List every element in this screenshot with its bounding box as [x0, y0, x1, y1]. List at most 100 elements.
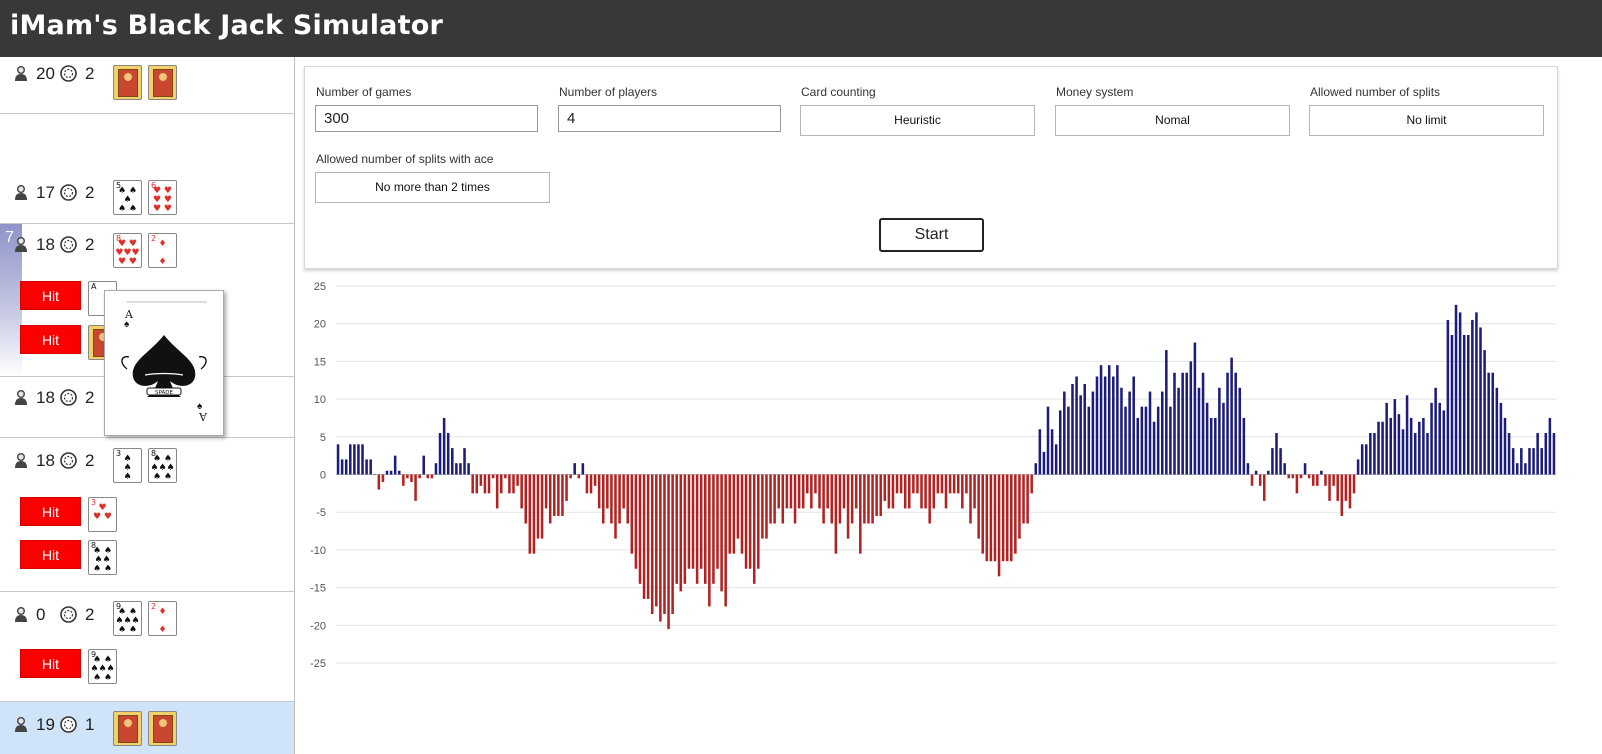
chart-bar	[1275, 433, 1278, 475]
chart-bar	[561, 474, 564, 516]
chart-bar	[1038, 429, 1042, 475]
chart-bar	[1381, 421, 1384, 475]
player-row[interactable]: 20 2	[0, 57, 294, 114]
chart-bar	[618, 474, 621, 524]
players-input[interactable]: 4	[558, 105, 781, 132]
chart-bar	[548, 474, 552, 524]
chart-bar	[1165, 350, 1168, 475]
chart-bar	[1132, 376, 1135, 475]
chart-bar	[920, 474, 923, 509]
chart-bar	[1287, 474, 1291, 479]
splits-ace-label: Allowed number of splits with ace	[316, 152, 494, 166]
player-row[interactable]: 17 2 5♠ ♠♠♠ ♠ 6♥ ♥♥ ♥♥ ♥ Hit 5♠ ♠♠♠ ♠	[0, 114, 294, 263]
chart-bar	[989, 474, 993, 562]
chart-bar	[1250, 474, 1254, 486]
chart-bar	[993, 474, 997, 562]
active-badge: 7	[5, 229, 14, 246]
hit-button[interactable]: Hit	[20, 649, 81, 678]
chart-bar	[683, 474, 687, 584]
chart-bar	[475, 474, 479, 494]
chart-bar	[854, 474, 858, 509]
player-chips: 2	[85, 183, 95, 202]
chart-bar	[471, 474, 474, 494]
chart-bar	[1311, 474, 1315, 486]
splits-ace-select[interactable]: No more than 2 times	[315, 172, 550, 203]
chart-bar	[1136, 417, 1140, 475]
y-tick-label: 20	[314, 319, 326, 331]
hit-button[interactable]: Hit	[20, 540, 81, 569]
player-row[interactable]: 18 2 3 ♠ ♠ ♠ 8 ♠ ♠ ♠♠♠ ♠ ♠ Hit 3 ♥ ♥ ♥ Hit 8 ♠ ♠ ♠…	[0, 438, 294, 592]
chart-bar	[838, 474, 842, 524]
chart-bar	[1397, 414, 1401, 475]
chart-bar	[1099, 365, 1103, 475]
hit-button[interactable]: Hit	[20, 497, 81, 526]
chart-bar	[981, 474, 984, 554]
player-chips: 2	[85, 451, 95, 470]
player-chips: 1	[85, 715, 95, 734]
chart-bar	[483, 474, 487, 494]
chart-bar	[1401, 429, 1405, 475]
chart-bar	[752, 474, 756, 584]
card-spade: 9 ♠ ♠ ♠♠♠ ♠ ♠	[88, 649, 117, 684]
chart-bar	[1360, 444, 1364, 475]
chart-bar	[671, 474, 674, 614]
card-spade: 3 ♠ ♠ ♠	[113, 448, 142, 483]
hit-button[interactable]: Hit	[20, 325, 81, 354]
chart-bar	[569, 474, 572, 479]
player-score: 20	[36, 64, 55, 83]
money-select[interactable]: Nomal	[1055, 105, 1290, 136]
splits-select[interactable]: No limit	[1309, 105, 1544, 136]
chart-bar	[1307, 474, 1311, 479]
player-score: 19	[36, 715, 55, 734]
chart-bar	[814, 474, 817, 494]
chart-bar	[1189, 361, 1193, 475]
player-chips: 2	[85, 605, 95, 624]
chart-bar	[340, 459, 344, 475]
chart-bar	[622, 474, 625, 509]
chart-bar	[1050, 429, 1054, 475]
games-input[interactable]: 300	[315, 105, 538, 132]
chart-bar	[1532, 448, 1535, 475]
chart-bar	[1328, 474, 1331, 501]
chart-bar	[1226, 372, 1229, 475]
chart-bar	[1462, 335, 1466, 475]
chart-bar	[642, 474, 646, 599]
chart-bar	[757, 474, 760, 569]
player-row-highlight[interactable]: 19 1	[0, 702, 294, 754]
chart-bar	[903, 474, 907, 509]
hit-button[interactable]: Hit	[20, 281, 81, 310]
player-row[interactable]: 0 2 9 ♠ ♠ ♠♠♠ ♠ ♠ 2 ♦ ♦ Hit 9 ♠ ♠ ♠♠♠ ♠ ♠	[0, 592, 294, 702]
chart-bar	[1214, 417, 1217, 475]
games-label: Number of games	[316, 85, 412, 99]
chart-bar	[1201, 372, 1205, 475]
chart-bar	[977, 474, 980, 539]
chart-bar	[1299, 474, 1303, 479]
card-spade: 8 ♠ ♠ ♠♠♠ ♠ ♠	[148, 448, 177, 483]
chart-bar	[528, 474, 532, 554]
chart-bar	[1422, 417, 1425, 475]
player-chips: 2	[85, 235, 95, 254]
chart-bar	[1405, 395, 1409, 475]
chip-icon	[60, 716, 77, 733]
chip-icon	[60, 184, 77, 201]
chart-bar	[1103, 376, 1107, 475]
chart-bar	[1095, 376, 1099, 475]
chart-bar	[1540, 448, 1543, 475]
chart-bar	[932, 474, 936, 509]
chart-bar	[1254, 470, 1258, 475]
chart-bar	[1536, 433, 1539, 475]
chart-bar	[846, 474, 850, 539]
chart-bar	[1356, 459, 1360, 475]
chart-bar	[1340, 474, 1344, 516]
chart-bar	[720, 474, 723, 592]
card-ornament-text: SPADE	[155, 390, 173, 396]
card-heart: 8 ♥ ♥ ♥♥♥ ♥ ♥	[113, 233, 142, 268]
y-tick-label: -25	[310, 658, 326, 670]
counting-select[interactable]: Heuristic	[800, 105, 1035, 136]
chart-bar	[761, 474, 764, 539]
start-button[interactable]: Start	[879, 218, 984, 252]
chart-bar	[1197, 387, 1201, 475]
chart-bar	[626, 474, 629, 524]
card-heart: 3 ♥ ♥ ♥	[88, 497, 117, 532]
chart-bar	[1173, 372, 1176, 475]
